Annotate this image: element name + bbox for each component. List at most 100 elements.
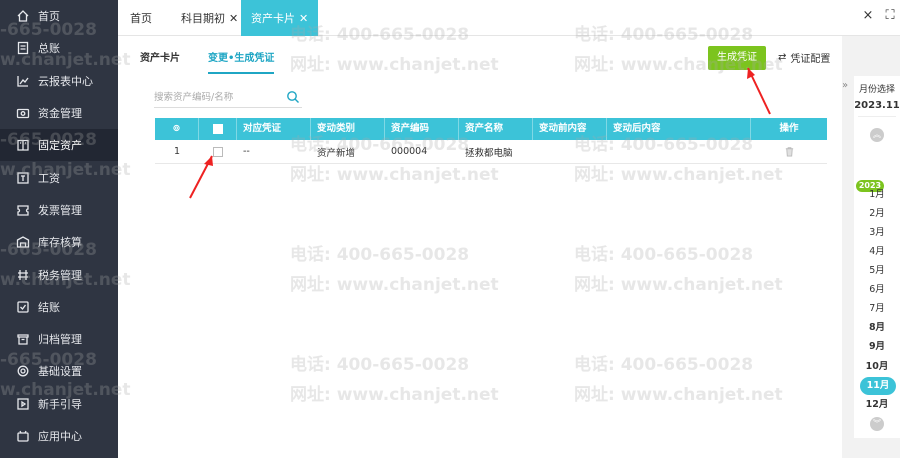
header-change-type: 变动类别 <box>311 118 385 140</box>
month-8[interactable]: 8月 <box>854 320 900 336</box>
close-account-icon <box>16 300 30 314</box>
month-10[interactable]: 10月 <box>854 359 900 375</box>
settings-icon <box>16 364 30 378</box>
tax-icon <box>16 268 30 282</box>
tab-label: 科目期初 <box>181 12 225 25</box>
sidebar-item-label: 首页 <box>38 10 60 24</box>
month-sidebar: 月份选择 2023.11 ︽ 2023 1月 2月 3月 4月 5月 6月 7月… <box>842 36 900 458</box>
collapse-arrow-icon[interactable]: » <box>842 80 854 96</box>
month-9[interactable]: 9月 <box>854 339 900 355</box>
tab-label: 资产卡片 <box>251 12 295 25</box>
voucher-config-label: 凭证配置 <box>790 54 831 65</box>
row-checkbox-cell <box>199 146 237 157</box>
sidebar-item-label: 新手引导 <box>38 397 82 411</box>
sidebar-item-close-account[interactable]: 结账 <box>0 291 118 323</box>
month-11[interactable]: 11月 <box>860 377 896 395</box>
sidebar-item-label: 云报表中心 <box>38 74 93 88</box>
sidebar-item-home[interactable]: 首页 <box>0 0 118 32</box>
table-row[interactable]: 1 -- 资产新增 000004 拯救都电脑 <box>155 140 827 164</box>
cell-change-type: 资产新增 <box>317 147 356 159</box>
home-icon <box>16 9 30 23</box>
month-5[interactable]: 5月 <box>854 263 900 279</box>
sidebar-item-label: 税务管理 <box>38 268 82 282</box>
header-asset-name: 资产名称 <box>459 118 533 140</box>
subtab-asset-card[interactable]: 资产卡片 <box>140 50 180 74</box>
cell-asset-name: 拯救都电脑 <box>465 147 513 159</box>
sidebar-item-archive[interactable]: 归档管理 <box>0 323 118 355</box>
archive-icon <box>16 332 30 346</box>
search-icon[interactable] <box>286 90 300 104</box>
close-icon[interactable]: ✕ <box>299 12 308 25</box>
voucher-table: ⊚ 对应凭证 变动类别 资产编码 资产名称 变动前内容 变动后内容 操作 1 -… <box>155 118 827 164</box>
sidebar-item-app-center[interactable]: 应用中心 <box>0 420 118 452</box>
sidebar-item-settings[interactable]: 基础设置 <box>0 355 118 387</box>
current-period: 2023.11 <box>854 100 900 111</box>
month-2[interactable]: 2月 <box>854 206 900 222</box>
select-all-checkbox[interactable] <box>212 123 223 134</box>
salary-icon <box>16 171 30 185</box>
header-action: 操作 <box>779 123 799 134</box>
tab-label: 首页 <box>130 12 152 25</box>
sidebar-item-label: 应用中心 <box>38 430 82 443</box>
sidebar-item-fixed-assets[interactable]: 固定资产 <box>0 129 118 162</box>
month-selector: 月份选择 2023.11 ︽ 2023 1月 2月 3月 4月 5月 6月 7月… <box>854 76 900 438</box>
table-header: ⊚ 对应凭证 变动类别 资产编码 资产名称 变动前内容 变动后内容 操作 <box>155 118 827 140</box>
close-icon[interactable]: ✕ <box>229 12 238 25</box>
sidebar-item-label: 基础设置 <box>38 365 82 379</box>
voucher-config-button[interactable]: ⇄ 凭证配置 <box>778 50 830 65</box>
tab-subject-opening[interactable]: 科目期初 ✕ <box>181 0 238 36</box>
sidebar-item-label: 归档管理 <box>38 333 82 347</box>
tab-asset-card[interactable]: 资产卡片 ✕ <box>241 0 319 36</box>
search-input[interactable] <box>154 88 284 106</box>
sidebar: 首页 总账 云报表中心 资金管理 固定资产 工资 发票管理 库存核算 税务管理 … <box>0 0 118 458</box>
money-icon <box>16 106 30 120</box>
sidebar-item-tax[interactable]: 税务管理 <box>0 258 118 290</box>
month-selector-label: 月份选择 <box>858 85 895 95</box>
header-before: 变动前内容 <box>533 118 607 140</box>
sidebar-item-invoice[interactable]: 发票管理 <box>0 194 118 226</box>
sidebar-item-inventory[interactable]: 库存核算 <box>0 226 118 258</box>
sidebar-item-label: 发票管理 <box>38 203 82 217</box>
inventory-icon <box>16 235 30 249</box>
chevron-down-icon[interactable]: ︾ <box>870 417 884 431</box>
header-after: 变动后内容 <box>607 118 751 140</box>
row-checkbox[interactable] <box>213 146 223 157</box>
ledger-icon <box>16 41 30 55</box>
sidebar-item-report[interactable]: 云报表中心 <box>0 65 118 97</box>
generate-voucher-button[interactable]: 生成凭证 <box>708 46 766 70</box>
month-4[interactable]: 4月 <box>854 244 900 260</box>
chart-icon <box>16 74 30 88</box>
month-3[interactable]: 3月 <box>854 225 900 241</box>
invoice-icon <box>16 203 30 217</box>
month-7[interactable]: 7月 <box>854 301 900 317</box>
month-6[interactable]: 6月 <box>854 282 900 298</box>
sidebar-item-label: 库存核算 <box>38 236 82 250</box>
main-panel: 资产卡片 变更•生成凭证 生成凭证 ⇄ 凭证配置 ⊚ 对应凭证 变动类别 资产编… <box>118 36 842 458</box>
sidebar-item-funds[interactable]: 资金管理 <box>0 97 118 129</box>
fullscreen-icon[interactable]: ⛶ <box>881 8 899 28</box>
header-asset-code: 资产编码 <box>385 118 459 140</box>
cell-action <box>751 146 827 157</box>
cell-asset-code: 000004 <box>391 146 428 157</box>
select-all-checkbox-cell <box>199 118 237 140</box>
link-icon: ⇄ <box>778 52 787 63</box>
month-12[interactable]: 12月 <box>854 397 900 413</box>
chevron-up-icon[interactable]: ︽ <box>870 128 884 142</box>
app-center-icon <box>16 429 30 443</box>
month-1[interactable]: 1月 <box>854 187 900 203</box>
sidebar-item-salary[interactable]: 工资 <box>0 161 118 193</box>
close-window-icon[interactable]: × <box>859 8 877 28</box>
sidebar-item-ledger[interactable]: 总账 <box>0 32 118 64</box>
tab-home[interactable]: 首页 <box>130 0 152 36</box>
delete-icon[interactable] <box>784 146 795 157</box>
sidebar-item-label: 资金管理 <box>38 107 82 121</box>
header-voucher: 对应凭证 <box>237 118 311 140</box>
sub-tabs: 资产卡片 变更•生成凭证 <box>140 50 302 74</box>
sidebar-item-guide[interactable]: 新手引导 <box>0 388 118 420</box>
subtab-change-voucher[interactable]: 变更•生成凭证 <box>208 50 275 74</box>
column-settings-icon[interactable]: ⊚ <box>155 118 199 140</box>
tab-bar: 首页 科目期初 ✕ 资产卡片 ✕ × ⛶ <box>118 0 900 36</box>
sidebar-item-label: 结账 <box>38 300 60 314</box>
divider <box>858 116 896 117</box>
sidebar-item-label: 总账 <box>38 42 60 56</box>
